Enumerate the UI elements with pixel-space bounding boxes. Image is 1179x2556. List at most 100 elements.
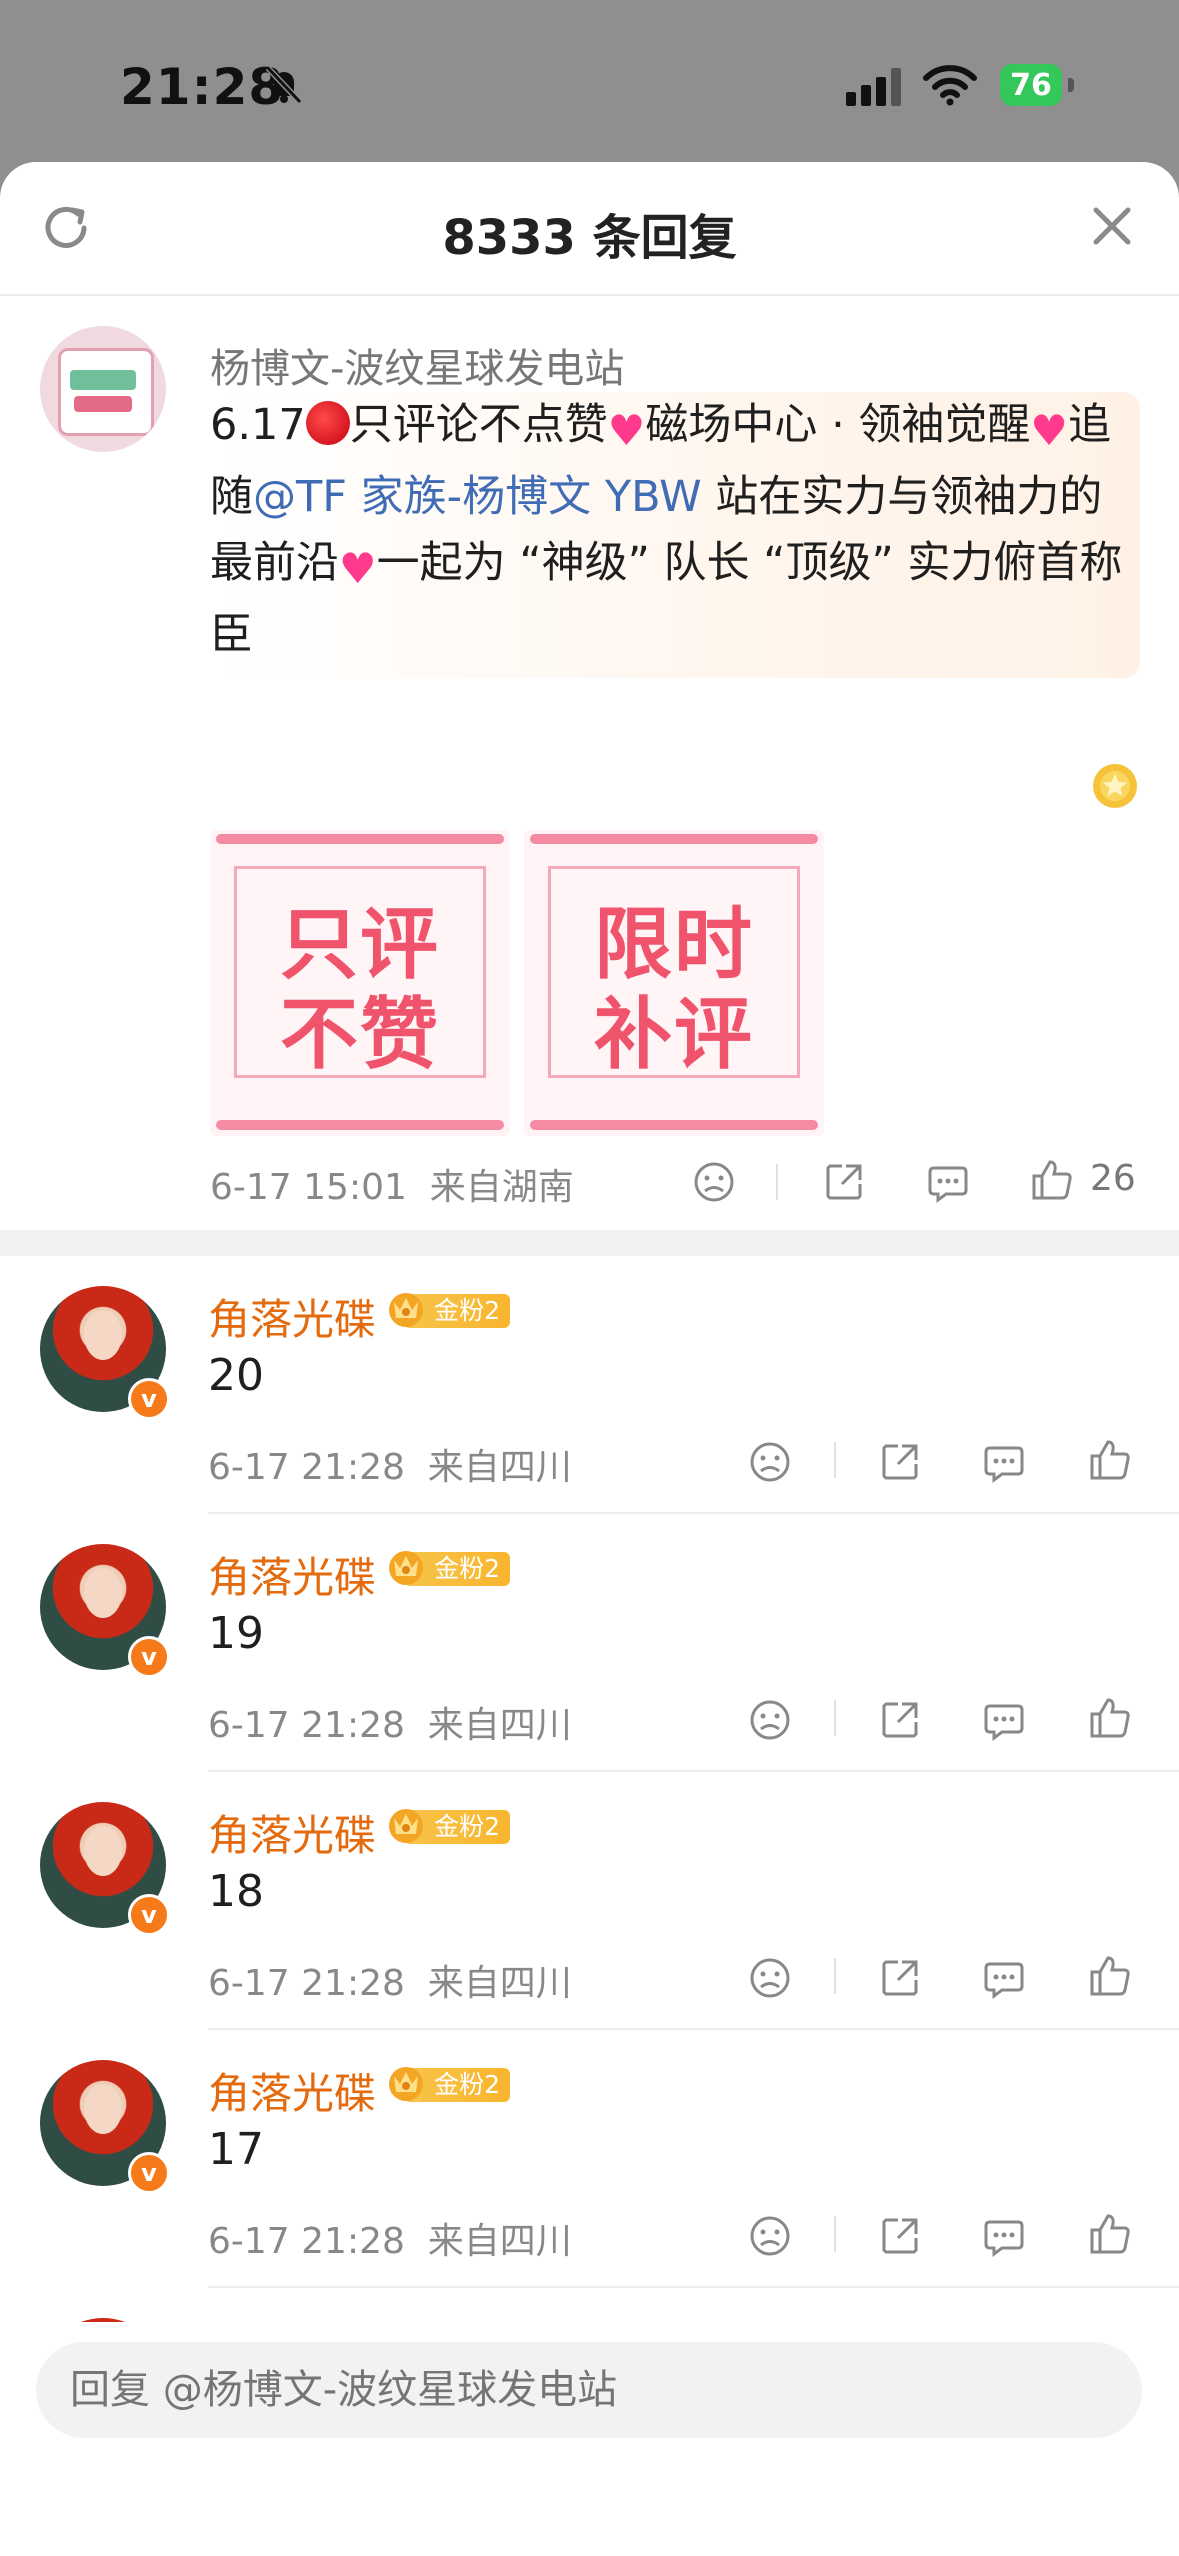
avatar-decoration <box>74 396 132 412</box>
comment-text-segment: 6.17 <box>210 400 306 450</box>
username[interactable]: 角落光碟 <box>208 1286 376 1347</box>
comment-meta: 6-17 21:28 来自四川 <box>208 2212 572 2264</box>
image-bar <box>216 834 504 844</box>
list-item: v 角落光碟 金粉2 20 6-17 21:28 来自四川 <box>0 1256 1179 1514</box>
like-count: 26 <box>1090 1158 1136 1199</box>
heart-emoji-icon: ♥ <box>339 544 377 593</box>
battery-indicator: 76 <box>1000 64 1062 106</box>
post-image[interactable]: 限时 补评 <box>524 830 824 1136</box>
cellular-signal-icon <box>846 68 901 106</box>
comment-meta: 6-17 21:28 来自四川 <box>208 1954 572 2006</box>
crown-icon <box>389 2067 423 2101</box>
comment-location: 来自四川 <box>427 1963 572 2004</box>
comment-text: 17 <box>208 2124 264 2175</box>
comment-location: 来自四川 <box>427 1447 572 1488</box>
username[interactable]: 角落光碟 <box>208 1802 376 1863</box>
thumbs-up-icon[interactable] <box>1088 1696 1132 1740</box>
frown-icon[interactable] <box>748 1698 792 1742</box>
verified-badge-icon: v <box>128 2152 170 2194</box>
fan-level-badge: 金粉2 <box>384 1546 510 1586</box>
fan-level-badge: 金粉2 <box>384 1804 510 1844</box>
divider <box>834 1700 836 1736</box>
comment-icon[interactable] <box>982 1698 1026 1742</box>
comment-text: 19 <box>208 1608 264 1659</box>
home-indicator <box>420 2512 760 2524</box>
comment-icon[interactable] <box>982 1440 1026 1484</box>
root-meta: 6-17 15:01 来自湖南 <box>210 1158 574 1210</box>
avatar-face <box>84 2084 122 2134</box>
comment-time: 6-17 21:28 <box>208 1447 405 1488</box>
share-icon[interactable] <box>878 2214 922 2258</box>
comment-icon[interactable] <box>982 1956 1026 2000</box>
image-caption-line: 只评 <box>279 900 440 990</box>
apple-emoji-icon <box>305 401 350 445</box>
verified-badge-icon: v <box>128 1894 170 1936</box>
replies-sheet: 8333 条回复 杨博文-波纹星球发电站 6.17 只评论不点赞♥磁场中心 · 领… <box>0 162 1179 2556</box>
comment-location: 来自四川 <box>427 1705 572 1746</box>
reply-input[interactable] <box>36 2342 1142 2438</box>
image-bar <box>530 1120 818 1130</box>
comment-meta: 6-17 21:28 来自四川 <box>208 1438 572 1490</box>
comment-icon[interactable] <box>982 2214 1026 2258</box>
battery-level: 76 <box>1010 67 1052 103</box>
comment-text: 20 <box>208 1350 264 1401</box>
frown-icon[interactable] <box>748 1956 792 2000</box>
fan-level-badge: 金粉2 <box>384 1288 510 1328</box>
username[interactable]: 角落光碟 <box>208 1544 376 1605</box>
share-icon[interactable] <box>878 1698 922 1742</box>
bell-muted-icon <box>265 65 303 105</box>
image-caption: 限时 补评 <box>524 900 824 1080</box>
crown-icon <box>389 1809 423 1843</box>
avatar-face <box>84 1826 122 1876</box>
comment-time: 6-17 21:28 <box>208 1705 405 1746</box>
thumbs-up-icon[interactable] <box>1088 1954 1132 1998</box>
frown-icon[interactable] <box>748 2214 792 2258</box>
comment-location: 来自四川 <box>427 2221 572 2262</box>
avatar[interactable] <box>40 326 166 452</box>
section-divider <box>0 1230 1179 1256</box>
crown-icon <box>389 1551 423 1585</box>
root-comment-text: 6.17 只评论不点赞♥磁场中心 · 领袖觉醒♥追随@TF 家族-杨博文 YBW … <box>210 392 1140 678</box>
avatar-frame <box>58 348 154 436</box>
share-icon[interactable] <box>878 1956 922 2000</box>
mention-link[interactable]: @TF 家族-杨博文 YBW <box>253 472 702 522</box>
avatar-face <box>84 1568 122 1618</box>
image-caption-line: 限时 <box>593 900 754 990</box>
post-time: 6-17 15:01 <box>210 1167 407 1208</box>
heart-emoji-icon: ♥ <box>1030 406 1069 455</box>
username[interactable]: 角落光碟 <box>208 2060 376 2121</box>
divider <box>834 1442 836 1478</box>
divider <box>776 1164 778 1200</box>
frown-icon[interactable] <box>692 1160 736 1204</box>
heart-emoji-icon: ♥ <box>607 406 646 455</box>
image-caption-line: 不赞 <box>279 990 440 1080</box>
thumbs-up-icon[interactable] <box>1088 1438 1132 1482</box>
list-item: v 角落光碟 金粉2 18 6-17 21:28 来自四川 <box>0 1772 1179 2030</box>
verified-badge-icon: v <box>128 1378 170 1420</box>
thumbs-up-icon[interactable] <box>1088 2212 1132 2256</box>
avatar-decoration <box>70 370 136 390</box>
battery-tip <box>1068 78 1074 92</box>
star-medal-icon <box>1093 764 1137 808</box>
list-item: v 角落光碟 金粉2 17 6-17 21:28 来自四川 <box>0 2030 1179 2288</box>
fan-level-badge: 金粉2 <box>384 2062 510 2102</box>
close-icon[interactable] <box>1088 202 1136 250</box>
share-icon[interactable] <box>878 1440 922 1484</box>
comment-meta: 6-17 21:28 来自四川 <box>208 1696 572 1748</box>
root-author-name[interactable]: 杨博文-波纹星球发电站 <box>210 336 624 394</box>
comment-time: 6-17 21:28 <box>208 1963 405 2004</box>
wifi-icon <box>923 65 977 106</box>
comment-text-segment: 只评论不点赞 <box>349 400 608 450</box>
thumbs-up-icon[interactable] <box>1030 1158 1074 1202</box>
share-icon[interactable] <box>822 1160 866 1204</box>
image-caption: 只评 不赞 <box>210 900 510 1080</box>
post-image[interactable]: 只评 不赞 <box>210 830 510 1136</box>
frown-icon[interactable] <box>748 1440 792 1484</box>
image-bar <box>530 834 818 844</box>
reply-bar <box>0 2322 1179 2556</box>
avatar-face <box>84 1310 122 1360</box>
post-location: 来自湖南 <box>429 1167 574 1208</box>
crown-icon <box>389 1293 423 1327</box>
image-caption-line: 补评 <box>593 990 754 1080</box>
comment-icon[interactable] <box>926 1160 970 1204</box>
